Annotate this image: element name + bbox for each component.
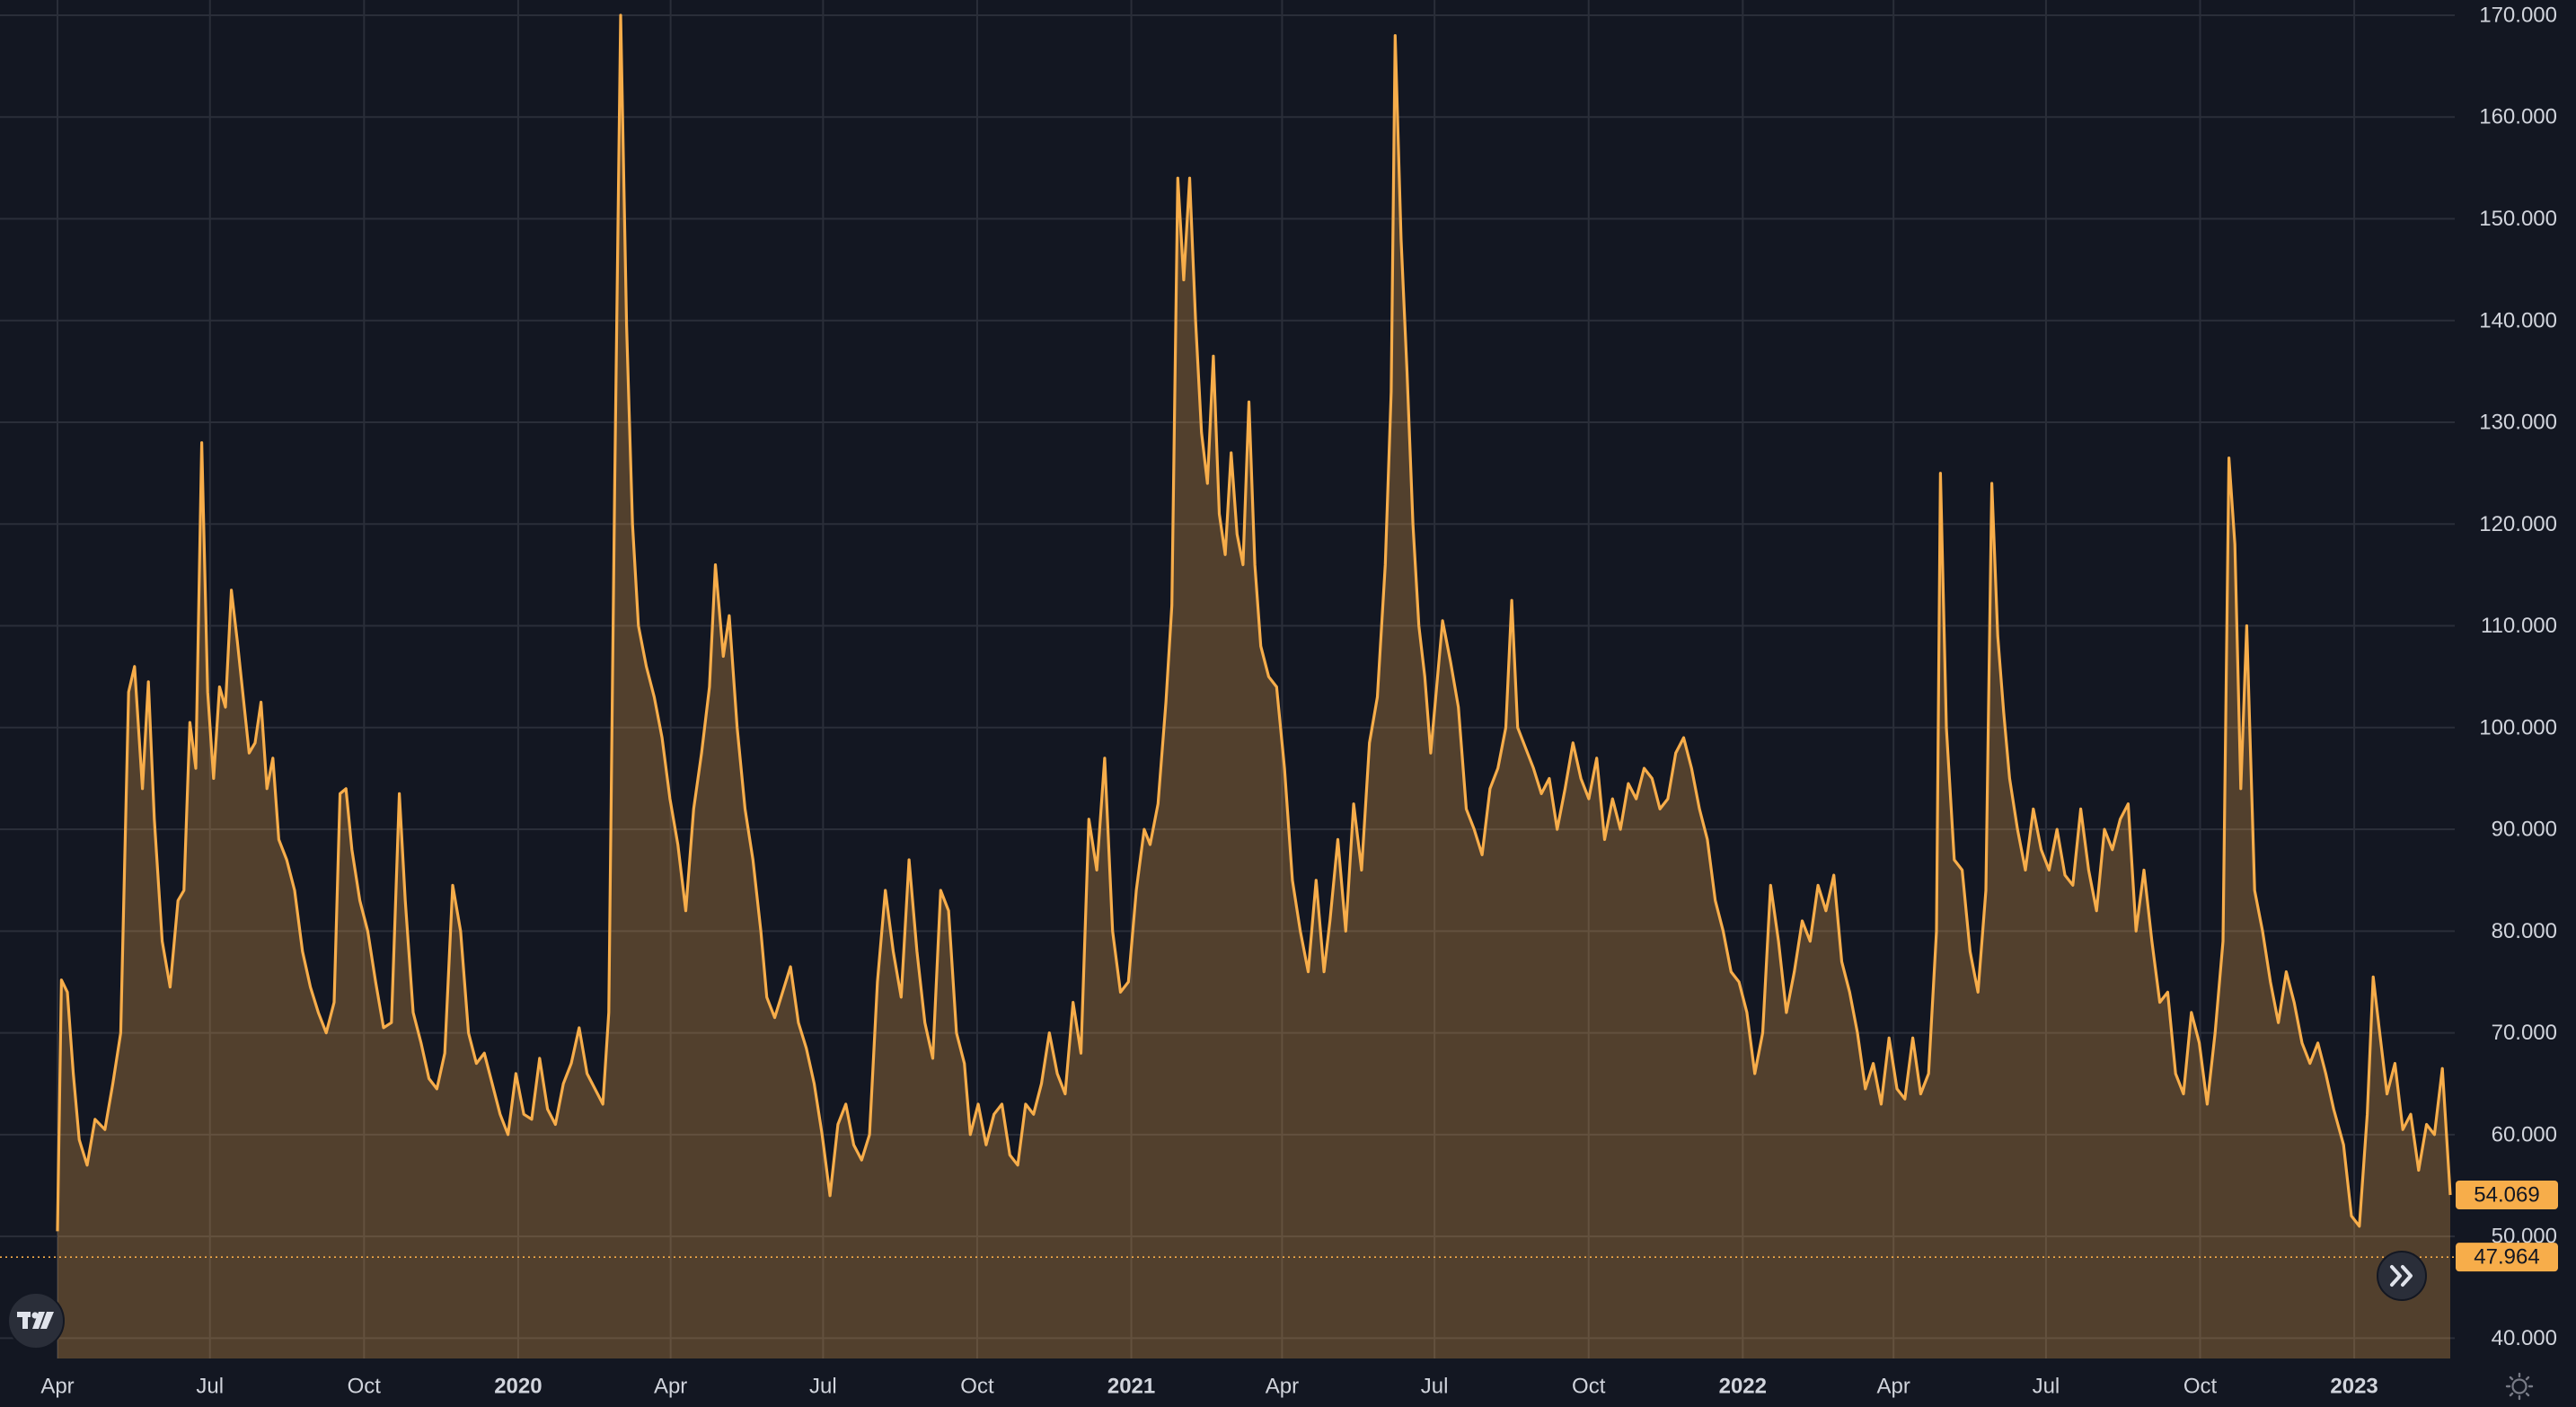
x-tick-label: Oct [348,1375,382,1399]
y-tick-label: 60.000 [2492,1122,2557,1146]
y-tick-label: 70.000 [2492,1021,2557,1045]
x-tick-label: Jul [196,1375,224,1399]
reference-value-tag-label: 47.964 [2474,1245,2539,1270]
y-tick-label: 160.000 [2479,105,2557,129]
x-tick-label: Apr [1877,1375,1910,1399]
y-tick-label: 140.000 [2479,308,2557,332]
x-tick-label: Oct [2183,1375,2218,1399]
y-tick-label: 40.000 [2492,1326,2557,1350]
y-tick-label: 120.000 [2479,512,2557,536]
x-tick-label: Oct [960,1375,994,1399]
last-value-tag: 54.069 [2456,1181,2558,1210]
area-chart: 40.00050.00060.00070.00080.00090.000100.… [0,0,2576,1407]
y-tick-label: 110.000 [2481,614,2557,638]
x-tick-label: 2022 [1719,1375,1767,1399]
x-tick-label: Jul [1421,1375,1449,1399]
x-tick-label: Jul [809,1375,837,1399]
x-tick-label: Jul [2033,1375,2060,1399]
last-value-tag-label: 54.069 [2474,1183,2539,1208]
y-tick-label: 90.000 [2492,818,2557,842]
x-tick-label: 2021 [1107,1375,1155,1399]
y-tick-label: 80.000 [2492,919,2557,943]
y-tick-label: 130.000 [2479,411,2557,435]
scroll-to-realtime-button[interactable] [2377,1251,2427,1301]
x-tick-label: Apr [654,1375,687,1399]
tradingview-logo[interactable] [7,1292,65,1349]
x-tick-label: Oct [1572,1375,1606,1399]
x-tick-label: Apr [40,1375,74,1399]
y-tick-label: 150.000 [2479,207,2557,231]
reference-value-tag: 47.964 [2456,1243,2558,1272]
y-tick-label: 100.000 [2479,715,2557,739]
x-tick-label: 2020 [494,1375,542,1399]
y-tick-label: 170.000 [2479,3,2557,27]
x-tick-label: Apr [1266,1375,1299,1399]
x-tick-label: 2023 [2330,1375,2378,1399]
